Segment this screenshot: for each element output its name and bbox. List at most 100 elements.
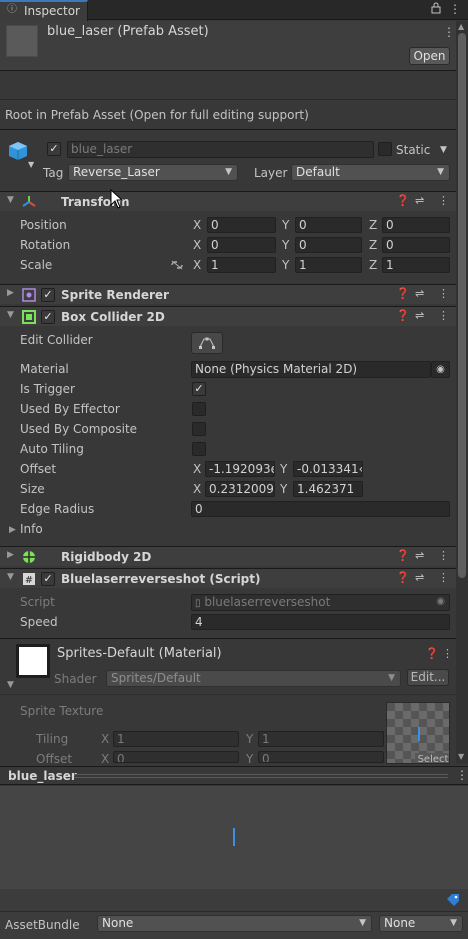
- help-icon[interactable]: ❓: [425, 647, 439, 660]
- axis-y-label[interactable]: Y: [282, 238, 289, 252]
- offset-x-field[interactable]: -1.192093e: [205, 461, 275, 477]
- scale-z-field[interactable]: 1: [382, 257, 450, 273]
- kebab-menu-icon[interactable]: ⋮: [449, 3, 461, 15]
- active-checkbox[interactable]: ✓: [47, 142, 61, 156]
- texture-select-button[interactable]: Select: [415, 753, 449, 763]
- texture-offset-y-field[interactable]: 0: [258, 751, 384, 763]
- axis-z-label[interactable]: Z: [369, 218, 377, 232]
- preset-icon[interactable]: ⇌: [415, 549, 424, 562]
- rotation-x-field[interactable]: 0: [207, 237, 276, 253]
- help-icon[interactable]: ❓: [396, 571, 410, 584]
- axis-z-label[interactable]: Z: [369, 238, 377, 252]
- edit-collider-button[interactable]: [191, 332, 223, 354]
- foldout-arrow-icon[interactable]: ▼: [7, 572, 14, 582]
- speed-field[interactable]: 4: [191, 614, 450, 630]
- axis-x-label[interactable]: X: [101, 732, 109, 746]
- preview-header[interactable]: blue_laser ⋮: [0, 766, 468, 785]
- foldout-arrow-icon[interactable]: ▼: [7, 310, 14, 320]
- tag-dropdown[interactable]: Reverse_Laser ▼: [68, 164, 238, 181]
- preset-icon[interactable]: ⇌: [415, 287, 424, 300]
- help-icon[interactable]: ❓: [396, 194, 410, 207]
- position-y-field[interactable]: 0: [295, 217, 362, 233]
- info-foldout-arrow-icon[interactable]: ▶: [9, 525, 16, 535]
- enabled-checkbox[interactable]: ✓: [41, 572, 55, 586]
- icon-dropdown-arrow[interactable]: ▼: [28, 160, 34, 169]
- scale-y-field[interactable]: 1: [295, 257, 362, 273]
- asset-label-icon[interactable]: [446, 893, 460, 910]
- object-picker-button[interactable]: ◉: [431, 361, 450, 378]
- position-z-field[interactable]: 0: [382, 217, 450, 233]
- axis-y-label[interactable]: Y: [246, 732, 253, 746]
- axis-x-label[interactable]: X: [193, 462, 201, 476]
- info-label[interactable]: Info: [20, 522, 43, 536]
- open-button[interactable]: Open: [409, 47, 450, 65]
- help-icon[interactable]: ❓: [396, 287, 410, 300]
- gameobject-name-field[interactable]: blue_laser: [67, 141, 374, 158]
- edge-radius-field[interactable]: 0: [191, 501, 450, 517]
- material-menu-icon[interactable]: ⋮: [442, 647, 453, 660]
- used-by-effector-checkbox[interactable]: [192, 402, 206, 416]
- axis-x-label[interactable]: X: [193, 258, 201, 272]
- foldout-arrow-icon[interactable]: ▶: [7, 288, 14, 298]
- position-x-field[interactable]: 0: [207, 217, 276, 233]
- is-trigger-checkbox[interactable]: ✓: [192, 382, 206, 396]
- help-icon[interactable]: ❓: [396, 549, 410, 562]
- rotation-z-field[interactable]: 0: [382, 237, 450, 253]
- assetbundle-variant-dropdown[interactable]: None ▼: [379, 915, 463, 932]
- preview-drag-handle[interactable]: [74, 774, 448, 778]
- enabled-checkbox[interactable]: ✓: [41, 310, 55, 324]
- transform-header[interactable]: ▼ Transform ❓ ⇌ ⋮: [0, 191, 456, 211]
- axis-y-label[interactable]: Y: [280, 462, 287, 476]
- scrollbar-track[interactable]: ▲ ▼: [456, 21, 468, 764]
- material-foldout-arrow-icon[interactable]: ▼: [7, 680, 14, 690]
- size-x-field[interactable]: 0.2312009: [205, 481, 275, 497]
- edit-shader-button[interactable]: Edit...: [407, 669, 449, 686]
- tiling-y-field[interactable]: 1: [258, 731, 384, 747]
- scroll-up-arrow-icon[interactable]: ▲: [458, 22, 464, 31]
- preset-icon[interactable]: ⇌: [415, 194, 424, 207]
- preset-icon[interactable]: ⇌: [415, 571, 424, 584]
- axis-y-label[interactable]: Y: [282, 218, 289, 232]
- preview-menu-icon[interactable]: ⋮: [456, 768, 468, 782]
- layer-dropdown[interactable]: Default ▼: [291, 164, 450, 181]
- axis-z-label[interactable]: Z: [369, 258, 377, 272]
- rotation-y-field[interactable]: 0: [295, 237, 362, 253]
- axis-y-label[interactable]: Y: [282, 258, 289, 272]
- component-menu-icon[interactable]: ⋮: [438, 287, 449, 300]
- script-component-header[interactable]: ▼ # ✓ Bluelaserreverseshot (Script) ❓ ⇌ …: [0, 568, 456, 588]
- static-dropdown-icon[interactable]: ▼: [440, 145, 447, 155]
- component-menu-icon[interactable]: ⋮: [438, 571, 449, 584]
- offset-y-field[interactable]: -0.013341‹: [293, 461, 363, 477]
- rigidbody-header[interactable]: ▶ Rigidbody 2D ❓ ⇌ ⋮: [0, 546, 456, 566]
- lock-icon[interactable]: [430, 2, 442, 14]
- static-checkbox[interactable]: [378, 142, 392, 156]
- sprite-renderer-header[interactable]: ▶ ✓ Sprite Renderer ❓ ⇌ ⋮: [0, 284, 456, 304]
- tab-inspector[interactable]: ⓘ Inspector: [0, 0, 88, 21]
- preset-icon[interactable]: ⇌: [415, 309, 424, 322]
- axis-x-label[interactable]: X: [193, 218, 201, 232]
- material-object-field[interactable]: None (Physics Material 2D): [191, 361, 431, 378]
- scrollbar-thumb[interactable]: [458, 33, 466, 578]
- assetbundle-dropdown[interactable]: None ▼: [97, 915, 372, 932]
- enabled-checkbox[interactable]: ✓: [41, 288, 55, 302]
- shader-dropdown[interactable]: Sprites/Default ▼: [106, 670, 401, 687]
- component-menu-icon[interactable]: ⋮: [438, 194, 449, 207]
- auto-tiling-checkbox[interactable]: [192, 442, 206, 456]
- component-menu-icon[interactable]: ⋮: [438, 549, 449, 562]
- component-menu-icon[interactable]: ⋮: [438, 309, 449, 322]
- axis-x-label[interactable]: X: [193, 482, 201, 496]
- size-y-field[interactable]: 1.462371: [293, 481, 363, 497]
- foldout-arrow-icon[interactable]: ▼: [7, 195, 14, 205]
- box-collider-header[interactable]: ▼ ✓ Box Collider 2D ❓ ⇌ ⋮: [0, 306, 456, 326]
- texture-slot[interactable]: Select: [386, 702, 450, 764]
- tiling-x-field[interactable]: 1: [113, 731, 239, 747]
- foldout-arrow-icon[interactable]: ▶: [7, 550, 14, 560]
- scroll-down-arrow-icon[interactable]: ▼: [458, 752, 464, 761]
- asset-menu-icon[interactable]: ⋮: [443, 26, 455, 38]
- used-by-composite-checkbox[interactable]: [192, 422, 206, 436]
- help-icon[interactable]: ❓: [396, 309, 410, 322]
- constrain-proportions-icon[interactable]: [170, 259, 184, 273]
- axis-y-label[interactable]: Y: [280, 482, 287, 496]
- scale-x-field[interactable]: 1: [207, 257, 276, 273]
- axis-x-label[interactable]: X: [193, 238, 201, 252]
